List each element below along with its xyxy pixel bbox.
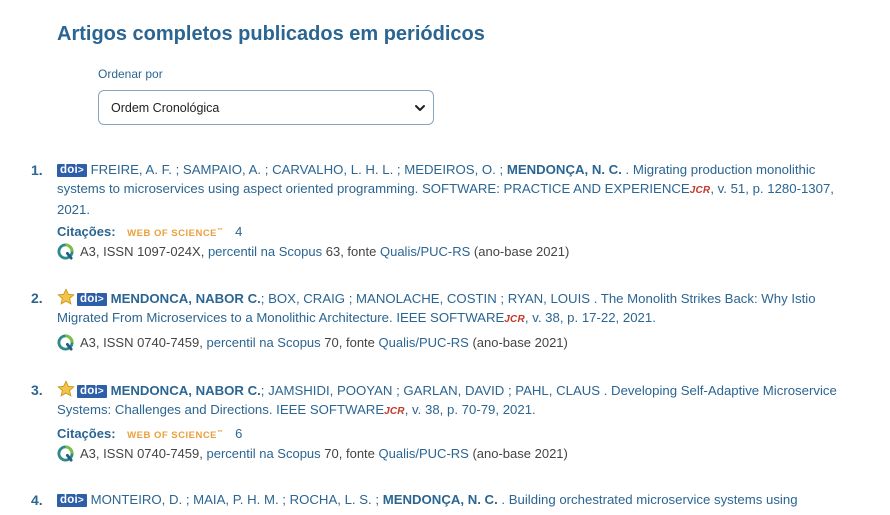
highlighted-author: MENDONCA, NABOR C. — [110, 383, 261, 398]
citations-count[interactable]: 6 — [235, 426, 242, 441]
scopus-value: 70, fonte — [324, 335, 375, 350]
entry-number: 3. — [31, 382, 43, 398]
highlighted-author: MENDONÇA, N. C. — [506, 162, 622, 177]
jcr-icon[interactable]: JCR — [384, 406, 405, 417]
qualis-icon — [57, 334, 74, 351]
doi-icon[interactable]: doi> — [57, 164, 87, 177]
jcr-icon[interactable]: JCR — [504, 314, 525, 325]
highlighted-author: MENDONCA, NABOR C. — [110, 291, 261, 306]
citations-row: Citações: WEB OF SCIENCE™ 6 — [57, 426, 242, 441]
jcr-icon[interactable]: JCR — [690, 185, 711, 196]
order-label: Ordenar por — [98, 67, 163, 81]
entry-citation[interactable]: doi> MENDONCA, NABOR C.; JAMSHIDI, POOYA… — [57, 380, 857, 421]
highlighted-author: MENDONÇA, N. C. — [382, 492, 498, 507]
qualis-row: A3, ISSN 0740-7459, percentil na Scopus … — [57, 445, 568, 462]
entry-tail: , v. 38, p. 17-22, 2021. — [524, 310, 656, 325]
qualis-row: A3, ISSN 1097-024X, percentil na Scopus … — [57, 243, 569, 260]
qualis-link[interactable]: Qualis/PUC-RS — [379, 335, 469, 350]
qualis-icon — [57, 243, 74, 260]
year-base: (ano-base 2021) — [473, 244, 570, 259]
star-icon — [57, 380, 75, 397]
scopus-link[interactable]: percentil na Scopus — [208, 244, 322, 259]
web-of-science-icon[interactable]: WEB OF SCIENCE™ — [127, 228, 223, 239]
doi-icon[interactable]: doi> — [57, 494, 87, 507]
entry-citation[interactable]: doi> MONTEIRO, D. ; MAIA, P. H. M. ; ROC… — [57, 490, 857, 509]
order-select-value: Ordem Cronológica — [111, 100, 220, 115]
doi-icon[interactable]: doi> — [77, 385, 107, 398]
scopus-link[interactable]: percentil na Scopus — [206, 446, 320, 461]
entry-citation[interactable]: doi> MENDONCA, NABOR C.; BOX, CRAIG ; MA… — [57, 288, 857, 329]
qualis-info: A3, ISSN 0740-7459, — [80, 446, 203, 461]
qualis-info: A3, ISSN 0740-7459, — [80, 335, 203, 350]
section-title: Artigos completos publicados em periódic… — [57, 23, 485, 45]
entry-authors: MONTEIRO, D. ; MAIA, P. H. M. ; ROCHA, L… — [90, 492, 380, 507]
qualis-info: A3, ISSN 1097-024X, — [80, 244, 205, 259]
scopus-link[interactable]: percentil na Scopus — [206, 335, 320, 350]
citations-label: Citações: — [57, 426, 116, 441]
entry-text: . Building orchestrated microservice sys… — [501, 492, 798, 507]
entry-citation[interactable]: doi> FREIRE, A. F. ; SAMPAIO, A. ; CARVA… — [57, 160, 857, 219]
scopus-value: 70, fonte — [324, 446, 375, 461]
chevron-down-icon — [415, 105, 425, 111]
qualis-link[interactable]: Qualis/PUC-RS — [379, 446, 469, 461]
citations-label: Citações: — [57, 224, 116, 239]
entry-number: 2. — [31, 290, 43, 306]
qualis-row: A3, ISSN 0740-7459, percentil na Scopus … — [57, 334, 568, 351]
doi-icon[interactable]: doi> — [77, 293, 107, 306]
order-select[interactable]: Ordem Cronológica — [98, 90, 434, 125]
star-icon — [57, 288, 75, 305]
citations-count[interactable]: 4 — [235, 224, 242, 239]
web-of-science-icon[interactable]: WEB OF SCIENCE™ — [127, 430, 223, 441]
qualis-icon — [57, 445, 74, 462]
entry-number: 1. — [31, 162, 43, 178]
entry-number: 4. — [31, 492, 43, 508]
entry-tail: , v. 38, p. 70-79, 2021. — [404, 402, 536, 417]
entry-authors: FREIRE, A. F. ; SAMPAIO, A. ; CARVALHO, … — [90, 162, 504, 177]
year-base: (ano-base 2021) — [472, 335, 568, 350]
citations-row: Citações: WEB OF SCIENCE™ 4 — [57, 224, 242, 239]
scopus-value: 63, fonte — [325, 244, 377, 259]
year-base: (ano-base 2021) — [472, 446, 568, 461]
qualis-link[interactable]: Qualis/PUC-RS — [380, 244, 470, 259]
